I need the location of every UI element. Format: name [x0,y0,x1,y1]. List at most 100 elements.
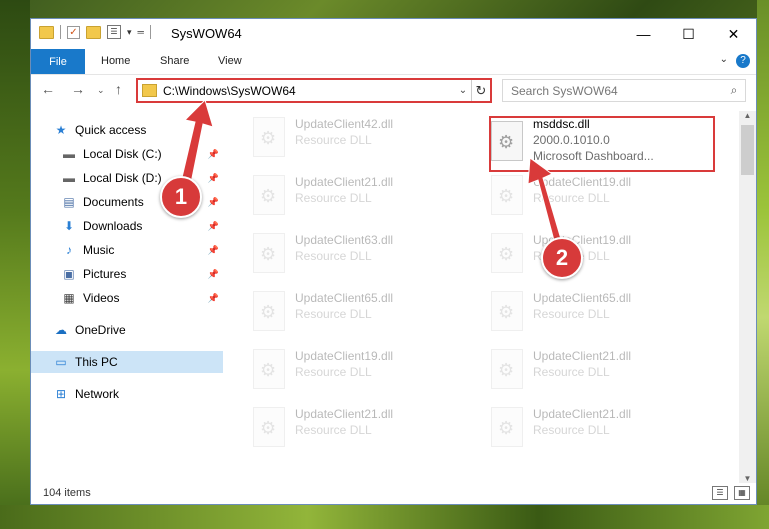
file-type: Resource DLL [295,423,372,437]
file-name: UpdateClient42.dll [295,117,394,131]
file-item[interactable]: UpdateClient65.dll Resource DLL [233,285,459,337]
address-dropdown-icon[interactable]: ⌄ [455,85,471,96]
sidebar-item-downloads[interactable]: ⬇ Downloads 📌 [61,215,223,237]
customize-toolbar-icon[interactable]: ═ [138,27,144,37]
file-type: Resource DLL [295,133,372,147]
star-icon: ★ [55,123,67,137]
scroll-up-icon[interactable]: ▲ [739,111,756,120]
sidebar-item-local-disk-c[interactable]: ▬ Local Disk (C:) 📌 [61,143,223,165]
dll-file-icon [491,233,523,273]
dll-file-icon [491,291,523,331]
new-folder-icon[interactable] [86,25,101,39]
sidebar-item-pictures[interactable]: ▣ Pictures 📌 [61,263,223,285]
desktop-background-left [0,0,30,529]
dll-file-icon [253,291,285,331]
properties-check-icon[interactable]: ✓ [67,25,80,39]
vertical-scrollbar[interactable]: ▲ ▼ [739,111,756,483]
file-item[interactable]: UpdateClient19.dll Resource DLL [471,227,697,279]
search-box[interactable]: Search SysWOW64 ⌕ [502,79,746,102]
title-bar: ✓ ☰ ▾ ═ SysWOW64 — ☐ ✕ [31,19,756,49]
sidebar-item-label: Music [83,243,115,257]
file-item[interactable]: UpdateClient19.dll Resource DLL [233,343,459,395]
computer-icon: ▭ [55,355,67,369]
navigation-bar: ← → ⌄ ↑ C:\Windows\SysWOW64 ⌄ ↻ Search S… [31,75,756,107]
help-icon[interactable]: ? [736,54,750,68]
dll-file-icon [253,349,285,389]
sidebar-item-quick-access[interactable]: ★ Quick access [53,119,245,141]
tab-home[interactable]: Home [101,55,130,67]
dll-file-icon [491,175,523,215]
pin-icon: 📌 [207,172,219,183]
forward-arrow-icon[interactable]: → [71,81,85,97]
sidebar-item-label: Local Disk (D:) [83,171,162,185]
view-switcher: ☰ ▦ [712,486,750,500]
file-type: Resource DLL [295,249,372,263]
sidebar-item-onedrive[interactable]: ☁ OneDrive [53,319,223,341]
sidebar-item-label: Videos [83,291,120,305]
address-bar[interactable]: C:\Windows\SysWOW64 ⌄ ↻ [136,78,492,103]
dll-file-icon [253,233,285,273]
details-view-icon[interactable]: ☰ [712,486,728,500]
dll-file-icon [253,175,285,215]
sidebar-item-label: Quick access [75,123,147,137]
search-input[interactable]: Search SysWOW64 [503,84,723,98]
tab-share[interactable]: Share [160,55,189,67]
dll-file-icon [491,349,523,389]
large-icons-view-icon[interactable]: ▦ [734,486,750,500]
dll-file-icon [253,117,285,157]
recent-locations-icon[interactable]: ⌄ [97,85,105,96]
file-item[interactable]: UpdateClient21.dll Resource DLL [471,343,697,395]
refresh-icon[interactable]: ↻ [471,80,490,101]
toolbar-separator [60,25,61,39]
drive-icon: ▬ [63,171,75,185]
file-item[interactable]: UpdateClient21.dll Resource DLL [471,401,697,453]
network-icon: ⊞ [55,387,67,401]
sidebar-item-label: Local Disk (C:) [83,147,162,161]
sidebar-item-music[interactable]: ♪ Music 📌 [61,239,223,261]
sidebar-item-label: This PC [75,355,118,369]
music-icon: ♪ [66,243,72,257]
videos-icon: ▦ [63,291,75,305]
file-explorer-window: ✓ ☰ ▾ ═ SysWOW64 — ☐ ✕ File Home Share V… [30,18,757,505]
sidebar-item-videos[interactable]: ▦ Videos 📌 [61,287,223,309]
file-name: UpdateClient21.dll [533,407,632,421]
search-icon: ⌕ [730,83,738,97]
sidebar-item-this-pc[interactable]: ▭ This PC [31,351,223,373]
item-count: 104 items [43,487,91,499]
ribbon-tabs: File Home Share View ⌄ ? [31,49,756,75]
file-type: Resource DLL [295,307,372,321]
up-arrow-icon[interactable]: ↑ [115,81,122,97]
back-arrow-icon[interactable]: ← [41,81,55,97]
desktop-background-bottom [0,505,769,529]
file-item[interactable]: UpdateClient65.dll Resource DLL [471,285,697,337]
minimize-button[interactable]: — [621,19,666,49]
scrollbar-thumb[interactable] [741,125,754,175]
file-name: UpdateClient21.dll [295,175,394,189]
window-title: SysWOW64 [171,26,242,41]
ribbon-expand-icon[interactable]: ⌄ [720,54,728,65]
file-item[interactable]: UpdateClient21.dll Resource DLL [233,401,459,453]
file-item[interactable]: UpdateClient21.dll Resource DLL [233,169,459,221]
file-item[interactable]: UpdateClient19.dll Resource DLL [471,169,697,221]
file-type: Resource DLL [533,365,610,379]
sidebar-item-network[interactable]: ⊞ Network [53,383,223,405]
close-button[interactable]: ✕ [711,19,756,49]
file-name: UpdateClient21.dll [533,349,632,363]
address-path[interactable]: C:\Windows\SysWOW64 [163,84,455,98]
file-type: Resource DLL [533,191,610,205]
file-item[interactable]: UpdateClient42.dll Resource DLL [233,111,459,163]
pin-icon: 📌 [207,220,219,231]
dropdown-caret-icon[interactable]: ▾ [127,27,132,38]
window-controls: — ☐ ✕ [621,19,756,49]
file-item[interactable]: UpdateClient63.dll Resource DLL [233,227,459,279]
tab-view[interactable]: View [218,55,242,67]
file-name: UpdateClient63.dll [295,233,394,247]
maximize-button[interactable]: ☐ [666,19,711,49]
step-marker-1: 1 [160,176,202,218]
view-properties-icon[interactable]: ☰ [107,25,121,39]
tab-file[interactable]: File [31,49,85,74]
file-name: UpdateClient19.dll [533,175,632,189]
file-type: Resource DLL [533,423,610,437]
sidebar-item-label: Network [75,387,120,401]
pin-icon: 📌 [207,148,219,159]
